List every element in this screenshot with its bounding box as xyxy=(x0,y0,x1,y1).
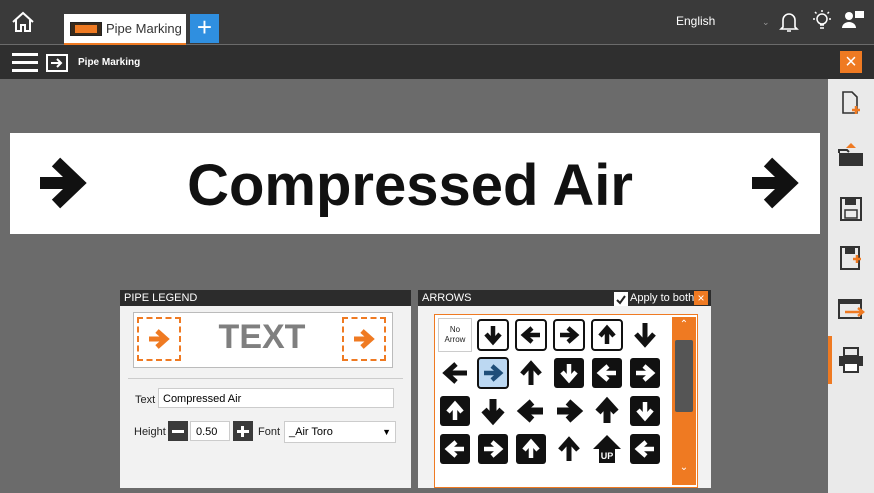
pipe-legend-title: PIPE LEGEND xyxy=(124,292,198,304)
pipe-marking-icon xyxy=(46,54,68,72)
arrow-option-d-inverted[interactable] xyxy=(552,356,586,390)
arrow-option-r-inverted[interactable] xyxy=(628,356,662,390)
height-decrease-button[interactable] xyxy=(168,421,188,441)
arrow-option-r[interactable] xyxy=(552,394,586,428)
language-select[interactable]: English xyxy=(676,14,715,28)
arrow-option-u-inverted[interactable] xyxy=(438,394,472,428)
no-arrow-option[interactable]: No Arrow xyxy=(438,318,472,352)
add-tab-button[interactable]: + xyxy=(190,14,219,43)
arrow-option-u[interactable] xyxy=(514,356,548,390)
print-icon[interactable] xyxy=(837,346,865,373)
arrow-option-u-outlined[interactable] xyxy=(590,318,624,352)
user-icon[interactable] xyxy=(840,8,866,37)
arrow-option-u-inverted[interactable] xyxy=(514,432,548,466)
no-arrow-line1: No xyxy=(449,325,461,334)
apply-both-checkbox[interactable] xyxy=(614,292,628,306)
height-input[interactable]: 0.50 xyxy=(190,421,230,441)
pipe-marker-icon xyxy=(70,22,102,36)
page-title: Pipe Marking xyxy=(78,57,141,68)
arrow-option-d[interactable] xyxy=(476,394,510,428)
arrow-option-up-label[interactable]: UP xyxy=(590,432,624,466)
arrow-option-u[interactable] xyxy=(552,432,586,466)
arrow-option-l[interactable] xyxy=(438,356,472,390)
new-file-icon[interactable] xyxy=(837,90,865,116)
arrows-close-button[interactable]: × xyxy=(694,291,708,305)
tab-pipe-marking[interactable]: Pipe Marking xyxy=(64,14,186,45)
scrollbar-thumb[interactable] xyxy=(675,340,693,412)
tab-label: Pipe Marking xyxy=(106,21,182,36)
home-icon[interactable] xyxy=(10,10,36,34)
arrow-option-selected[interactable] xyxy=(476,356,510,390)
arrow-option-d-outlined[interactable] xyxy=(476,318,510,352)
apply-both-label: Apply to both xyxy=(630,292,695,304)
text-input[interactable]: Compressed Air xyxy=(158,388,394,408)
font-select-value: _Air Toro xyxy=(289,426,333,438)
scroll-down-icon[interactable]: ⌄ xyxy=(674,462,694,478)
open-folder-icon[interactable] xyxy=(837,143,865,169)
arrow-option-r-outlined[interactable] xyxy=(552,318,586,352)
pipe-legend-header: PIPE LEGEND xyxy=(120,290,411,306)
arrow-option-r-inverted[interactable] xyxy=(476,432,510,466)
arrow-option-d[interactable] xyxy=(628,318,662,352)
hamburger-icon[interactable] xyxy=(12,53,38,72)
side-panel-handle[interactable] xyxy=(828,336,832,384)
chevron-down-icon[interactable]: ⌄ xyxy=(762,17,770,28)
banner-text: Compressed Air xyxy=(187,153,633,218)
arrow-option-l-inverted[interactable] xyxy=(628,432,662,466)
lightbulb-icon[interactable] xyxy=(810,8,834,39)
save-as-icon[interactable] xyxy=(837,245,865,271)
up-label: UP xyxy=(601,451,614,461)
font-label: Font xyxy=(258,426,281,438)
right-toolbar xyxy=(828,79,874,493)
preview-right-arrow-slot[interactable] xyxy=(342,317,386,361)
arrow-option-l[interactable] xyxy=(514,394,548,428)
arrow-option-l-inverted[interactable] xyxy=(590,356,624,390)
arrow-option-d-inverted[interactable] xyxy=(628,394,662,428)
font-select[interactable]: _Air Toro ▼ xyxy=(284,421,396,443)
banner-right-arrow-icon xyxy=(748,154,802,217)
height-increase-button[interactable] xyxy=(233,421,253,441)
save-icon[interactable] xyxy=(837,196,865,222)
divider xyxy=(128,378,403,379)
scroll-up-icon[interactable]: ⌃ xyxy=(674,319,694,335)
height-label: Height xyxy=(134,426,166,438)
caret-down-icon: ▼ xyxy=(382,427,391,437)
arrow-option-l-outlined[interactable] xyxy=(514,318,548,352)
arrow-option-u[interactable] xyxy=(590,394,624,428)
arrows-title: ARROWS xyxy=(422,292,472,304)
text-label: Text xyxy=(135,394,156,406)
close-button[interactable]: × xyxy=(840,51,862,73)
transfer-icon[interactable] xyxy=(837,298,866,324)
no-arrow-line2: Arrow xyxy=(444,335,466,344)
arrow-option-l-inverted[interactable] xyxy=(438,432,472,466)
bell-icon[interactable] xyxy=(778,10,800,39)
